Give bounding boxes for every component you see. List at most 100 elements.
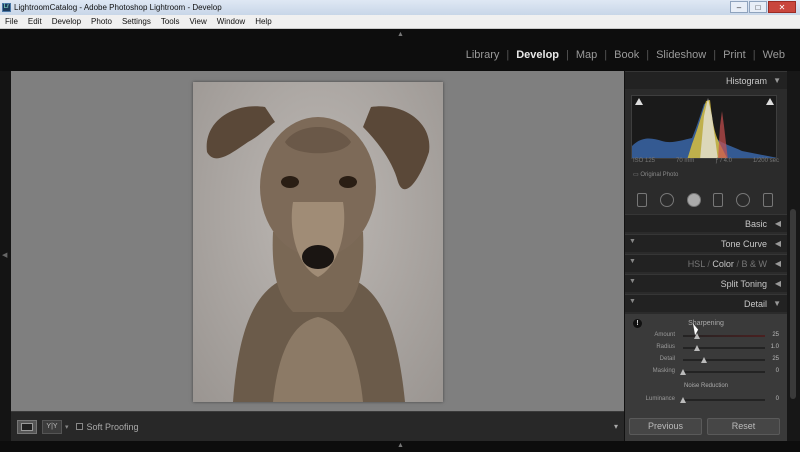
module-map[interactable]: Map	[569, 49, 604, 61]
slider-label: Radius	[656, 344, 675, 350]
slider-track[interactable]	[683, 333, 765, 339]
menu-photo[interactable]: Photo	[86, 17, 117, 26]
collapse-triangle-icon[interactable]: ▼	[773, 299, 781, 308]
scrollbar-thumb[interactable]	[790, 209, 796, 399]
basic-panel-header[interactable]: Basic ◀	[625, 214, 787, 232]
module-library[interactable]: Library	[459, 49, 507, 61]
module-slideshow[interactable]: Slideshow	[649, 49, 713, 61]
detail-panel-title: Detail	[743, 299, 767, 309]
lightroom-app-icon: Lr	[2, 3, 11, 12]
view-mode-dropdown-icon[interactable]: ▾	[65, 423, 69, 431]
menu-help[interactable]: Help	[250, 17, 276, 26]
tab-color[interactable]: Color	[712, 259, 734, 269]
slider-track[interactable]	[680, 369, 765, 375]
sharpening-title: Sharpening	[688, 320, 724, 327]
expand-triangle-icon[interactable]: ◀	[775, 219, 781, 228]
slider-luminance[interactable]: Luminance 0	[629, 395, 783, 405]
slider-value[interactable]: 0	[776, 396, 779, 402]
sharpening-section: ! Sharpening Amount 25 Radius 1.0 Detail…	[629, 316, 783, 376]
red-eye-tool-icon[interactable]	[686, 193, 701, 207]
panel-toggle-icon[interactable]: ▼	[629, 278, 636, 285]
module-print[interactable]: Print	[716, 49, 753, 61]
soft-proofing-checkbox[interactable]	[75, 423, 83, 430]
module-develop[interactable]: Develop	[509, 49, 566, 61]
module-picker-strip: ▲ Library | Develop | Map | Book | Slide…	[0, 29, 800, 71]
radial-filter-tool-icon[interactable]	[735, 193, 750, 207]
reset-button[interactable]: Reset	[707, 418, 780, 435]
panel-toggle-icon[interactable]: ▼	[629, 238, 636, 245]
filmstrip-collapsed[interactable]: ▲	[0, 441, 800, 452]
slider-thumb[interactable]	[700, 357, 707, 363]
module-book[interactable]: Book	[607, 49, 646, 61]
window-title: LightroomCatalog - Adobe Photoshop Light…	[14, 3, 222, 12]
menu-bar: File Edit Develop Photo Settings Tools V…	[0, 15, 800, 29]
menu-file[interactable]: File	[0, 17, 23, 26]
expand-triangle-icon[interactable]: ◀	[775, 279, 781, 288]
image-canvas[interactable]	[11, 71, 624, 411]
panel-toggle-icon[interactable]: ▼	[629, 258, 636, 265]
slider-value[interactable]: 25	[772, 356, 779, 362]
slider-thumb[interactable]	[680, 397, 686, 403]
spot-removal-tool-icon[interactable]	[659, 193, 674, 207]
slider-track[interactable]	[683, 345, 765, 351]
loupe-view-button[interactable]	[17, 419, 37, 434]
slider-thumb[interactable]	[693, 345, 700, 351]
adjustment-brush-tool-icon[interactable]	[762, 193, 773, 207]
split-toning-panel-title: Split Toning	[720, 279, 767, 289]
expand-left-panel-icon[interactable]: ◀	[2, 251, 7, 259]
left-panel-collapsed[interactable]: ◀	[0, 71, 11, 441]
right-panel-scrollbar[interactable]	[787, 71, 800, 441]
slider-track[interactable]	[680, 397, 765, 403]
tab-separator: /	[736, 259, 739, 269]
close-button[interactable]: ✕	[768, 1, 796, 13]
menu-tools[interactable]: Tools	[156, 17, 185, 26]
slider-thumb[interactable]	[680, 369, 686, 375]
split-toning-panel-header[interactable]: ▼ Split Toning ◀	[625, 274, 787, 292]
slider-value[interactable]: 1.0	[771, 344, 779, 350]
module-web[interactable]: Web	[756, 49, 792, 61]
slider-amount[interactable]: Amount 25	[629, 331, 783, 341]
graduated-filter-tool-icon[interactable]	[713, 193, 724, 207]
collapse-triangle-icon[interactable]: ▼	[773, 76, 781, 85]
minimize-button[interactable]: –	[730, 1, 748, 13]
expand-triangle-icon[interactable]: ◀	[775, 239, 781, 248]
slider-track[interactable]	[683, 357, 765, 363]
maximize-button[interactable]: □	[749, 1, 767, 13]
slider-masking[interactable]: Masking 0	[629, 367, 783, 377]
histogram-header[interactable]: Histogram ▼	[625, 71, 787, 89]
slider-detail[interactable]: Detail 25	[629, 355, 783, 365]
slider-label: Luminance	[645, 396, 675, 402]
exif-aperture: ƒ / 4.0	[715, 158, 732, 164]
histogram-exif-info: ISO 125 70 mm ƒ / 4.0 1/200 sec	[633, 158, 779, 164]
slider-radius[interactable]: Radius 1.0	[629, 343, 783, 353]
hsl-panel-header[interactable]: ▼ HSL / Color / B & W ◀	[625, 254, 787, 272]
exif-shutter: 1/200 sec	[752, 158, 779, 164]
module-picker: Library | Develop | Map | Book | Slidesh…	[459, 49, 792, 61]
expand-triangle-icon[interactable]: ◀	[775, 259, 781, 268]
collapse-top-icon[interactable]: ▲	[397, 31, 404, 38]
tab-bw[interactable]: B & W	[741, 259, 767, 269]
slider-value[interactable]: 25	[772, 332, 779, 338]
crop-tool-icon[interactable]	[637, 193, 648, 207]
previous-button[interactable]: Previous	[629, 418, 702, 435]
tab-hsl[interactable]: HSL	[688, 259, 705, 269]
tone-curve-panel-header[interactable]: ▼ Tone Curve ◀	[625, 234, 787, 252]
toolbar-content-menu-icon[interactable]: ▾	[614, 422, 618, 431]
detail-panel-header[interactable]: ▼ Detail ▼	[625, 294, 787, 312]
expand-filmstrip-icon[interactable]: ▲	[397, 442, 404, 449]
noise-reduction-title: Noise Reduction	[683, 383, 729, 389]
original-photo-indicator: ▭ Original Photo	[633, 171, 678, 178]
dog-photo[interactable]	[193, 82, 443, 402]
menu-view[interactable]: View	[185, 17, 212, 26]
slider-value[interactable]: 0	[776, 368, 779, 374]
menu-window[interactable]: Window	[212, 17, 250, 26]
panel-toggle-icon[interactable]: ▼	[629, 298, 636, 305]
slider-label: Amount	[654, 332, 675, 338]
soft-proofing-label: Soft Proofing	[86, 421, 139, 432]
before-after-view-button[interactable]: Y|Y	[42, 419, 62, 434]
menu-develop[interactable]: Develop	[47, 17, 86, 26]
histogram-graph[interactable]	[631, 95, 777, 159]
menu-edit[interactable]: Edit	[23, 17, 47, 26]
menu-settings[interactable]: Settings	[117, 17, 156, 26]
exif-focal-length: 70 mm	[675, 158, 695, 164]
